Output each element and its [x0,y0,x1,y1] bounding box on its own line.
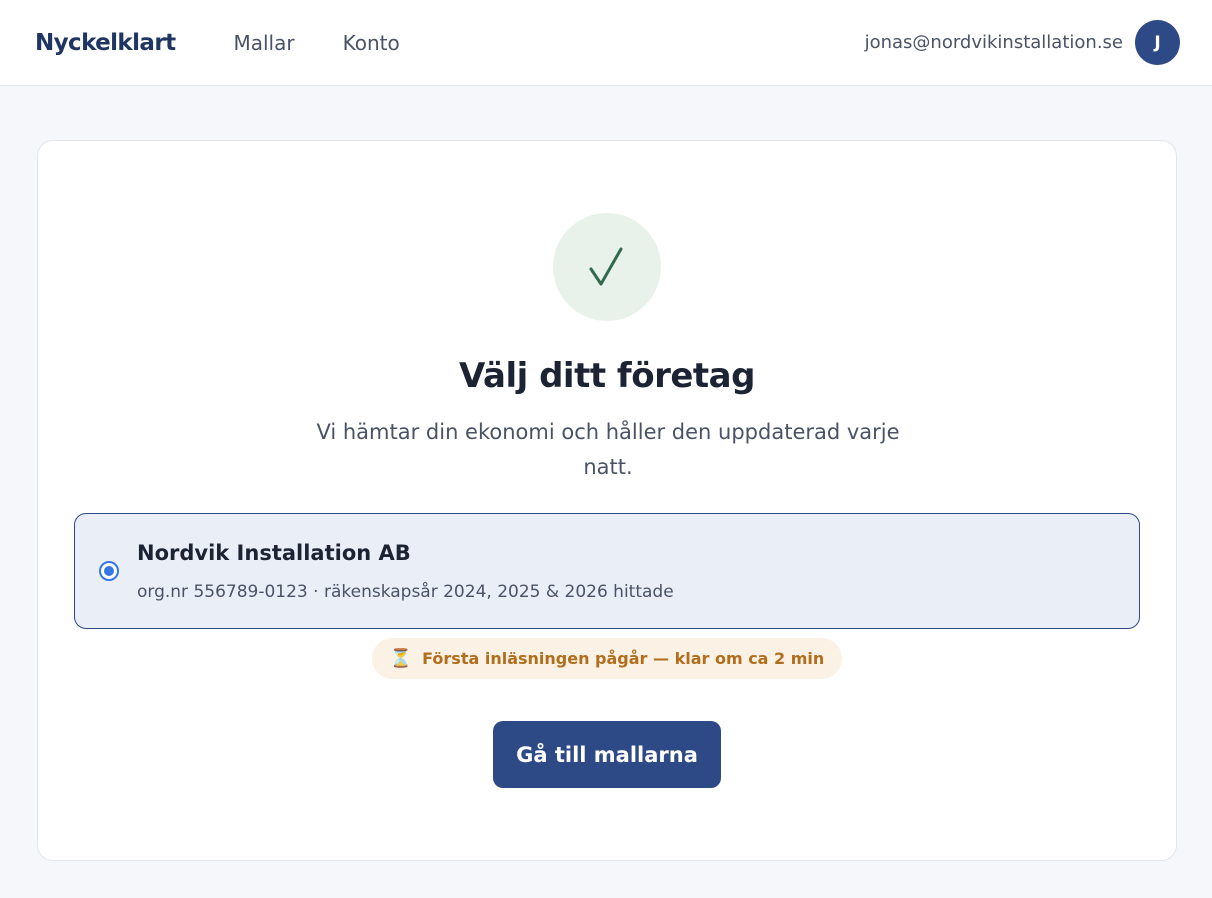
nav-item-mallar[interactable]: Mallar [233,31,294,55]
company-select-card: Välj ditt företag Vi hämtar din ekonomi … [37,140,1177,861]
company-option-nordvik[interactable]: Nordvik Installation AB org.nr 556789-01… [74,513,1140,629]
company-radio[interactable] [99,561,119,581]
go-to-templates-button[interactable]: Gå till mallarna [493,721,721,788]
brand-logo[interactable]: Nyckelklart [35,30,176,56]
loading-status-badge: ⏳ Första inläsningen pågår — klar om ca … [372,638,842,679]
page-subtitle: Vi hämtar din ekonomi och håller den upp… [316,420,900,479]
hourglass-icon: ⏳ [389,648,413,669]
main-nav: Mallar Konto [233,31,399,55]
loading-status-text: Första inläsningen pågår — klar om ca 2 … [422,649,825,668]
success-badge [553,213,661,321]
user-email: jonas@nordvikinstallation.se [864,32,1123,53]
avatar[interactable]: J [1135,20,1180,65]
top-bar: Nyckelklart Mallar Konto jonas@nordvikin… [0,0,1212,86]
company-name: Nordvik Installation AB [137,541,411,565]
nav-item-konto[interactable]: Konto [343,31,400,55]
page-title: Välj ditt företag [459,356,755,396]
checkmark-icon [589,247,623,286]
company-meta: org.nr 556789-0123 · räkenskapsår 2024, … [137,582,674,602]
